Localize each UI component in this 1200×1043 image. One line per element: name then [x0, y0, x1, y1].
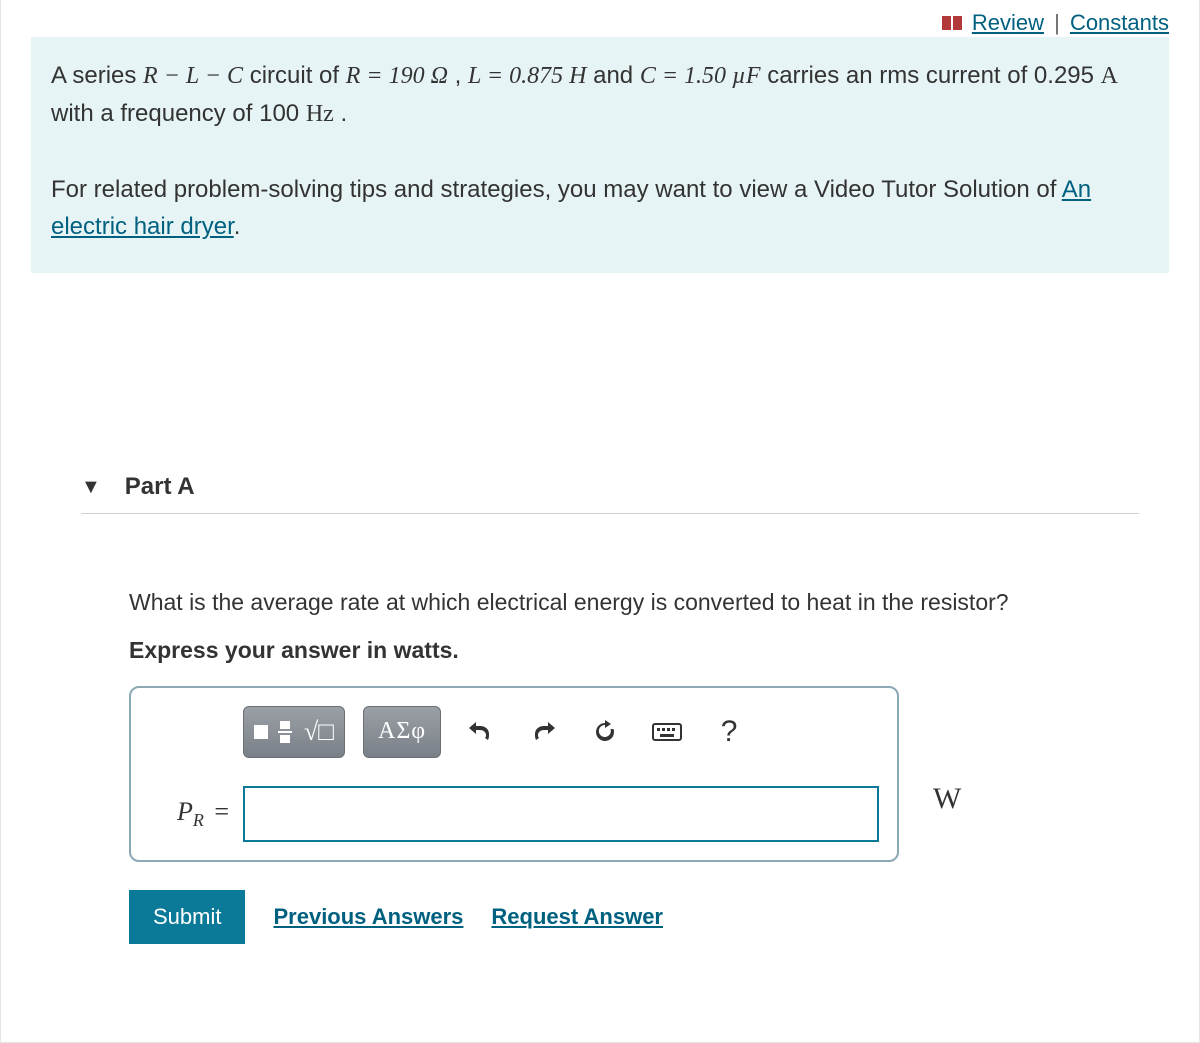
undo-icon [467, 720, 495, 744]
actions-row: Submit Previous Answers Request Answer [129, 890, 1199, 944]
question-text: What is the average rate at which electr… [129, 584, 1139, 621]
unit-label: W [933, 782, 961, 816]
rlc-expr: R − L − C [143, 63, 243, 89]
reset-button[interactable] [583, 710, 627, 754]
problem-text-1: A series [51, 62, 143, 89]
tips-period: . [234, 213, 241, 240]
equation-toolbar: √□ ΑΣφ [149, 706, 879, 758]
answer-box: √□ ΑΣφ [129, 686, 899, 862]
previous-answers-link[interactable]: Previous Answers [273, 904, 463, 930]
a-unit: A [1101, 63, 1118, 89]
reset-icon [592, 719, 618, 745]
variable-p: P [177, 797, 193, 826]
template-box-icon [254, 725, 268, 739]
keyboard-button[interactable] [645, 710, 689, 754]
template-sqrt-icon: √□ [304, 717, 334, 747]
undo-button[interactable] [459, 710, 503, 754]
help-button[interactable]: ? [707, 710, 751, 754]
problem-statement: A series R − L − C circuit of R = 190 Ω … [31, 37, 1169, 273]
variable-r-sub: R [193, 810, 204, 830]
template-fraction-icon [278, 721, 292, 743]
equals-sign: = [208, 797, 229, 826]
top-links-bar: Review | Constants [1, 0, 1199, 37]
request-answer-link[interactable]: Request Answer [491, 904, 663, 930]
link-separator: | [1054, 10, 1060, 35]
submit-button[interactable]: Submit [129, 890, 245, 944]
l-expr: L = 0.875 H [468, 63, 586, 89]
problem-text-3: carries an rms current of 0.295 [767, 62, 1100, 89]
c-expr: C = 1.50 µF [640, 63, 761, 89]
instruction-text: Express your answer in watts. [129, 637, 1139, 664]
problem-period: . [340, 100, 347, 127]
answer-input-row: PR = [149, 786, 879, 842]
redo-button[interactable] [521, 710, 565, 754]
templates-button[interactable]: √□ [243, 706, 345, 758]
book-icon [942, 11, 964, 37]
r-expr: R = 190 Ω [346, 63, 448, 89]
hz-unit: Hz [306, 101, 334, 127]
tips-text: For related problem-solving tips and str… [51, 176, 1062, 203]
redo-icon [529, 720, 557, 744]
part-a-title: Part A [125, 473, 195, 501]
problem-text-2: circuit of [250, 62, 346, 89]
answer-input[interactable] [243, 786, 879, 842]
symbols-button[interactable]: ΑΣφ [363, 706, 441, 758]
problem-text-4: with a frequency of 100 [51, 100, 306, 127]
review-link[interactable]: Review [972, 10, 1044, 35]
constants-link[interactable]: Constants [1070, 10, 1169, 35]
comma-sep: , [455, 62, 468, 89]
and-text: and [593, 62, 640, 89]
variable-label: PR = [149, 797, 229, 831]
part-a-header[interactable]: ▼ Part A [81, 473, 1139, 514]
keyboard-icon [652, 721, 682, 743]
caret-down-icon: ▼ [81, 476, 101, 499]
page-container: Review | Constants A series R − L − C ci… [0, 0, 1200, 1043]
